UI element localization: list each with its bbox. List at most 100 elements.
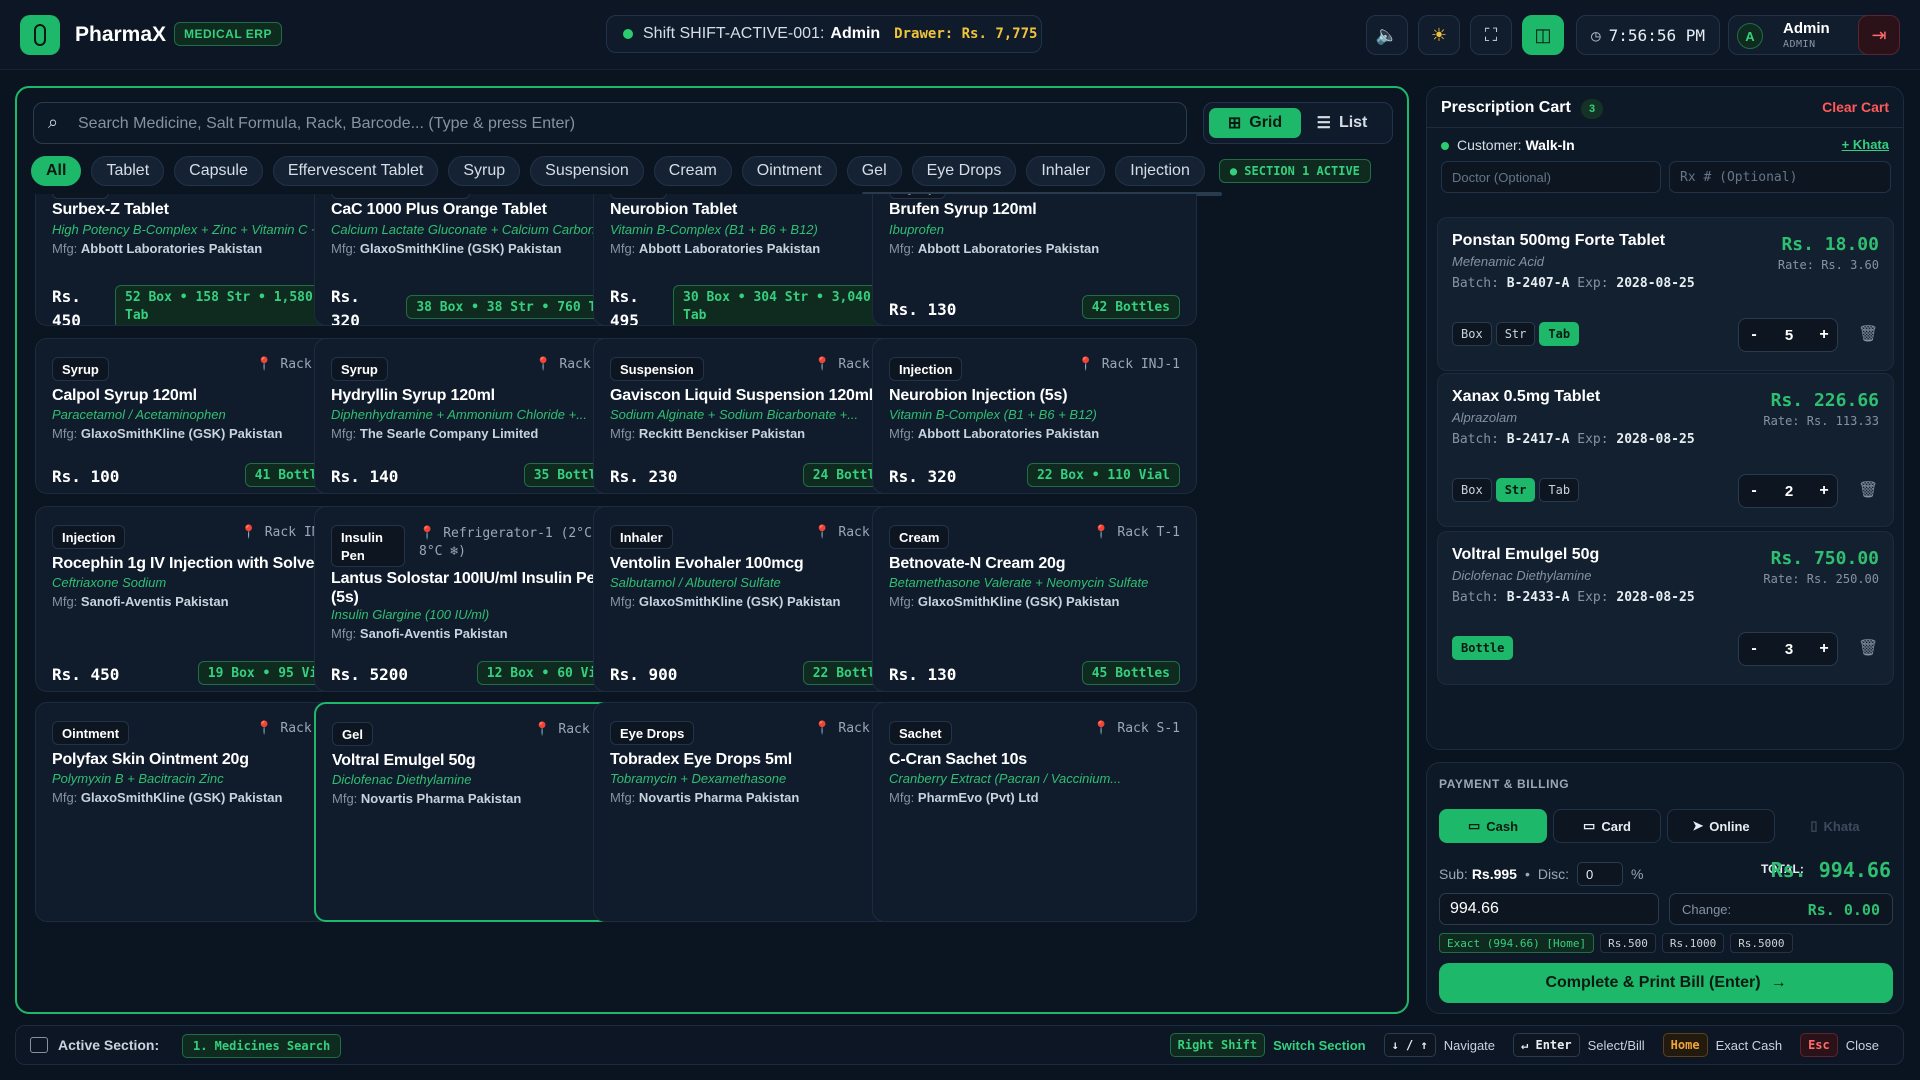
product-card[interactable]: Eye Drops 📍 Rack D-1 Tobradex Eye Drops 5ml…: [593, 702, 918, 922]
mfg-label: Mfg:: [610, 426, 636, 441]
list-view-button[interactable]: ☰ List: [1296, 108, 1388, 138]
unit-option-tab[interactable]: Tab: [1539, 478, 1580, 502]
volume-button[interactable]: 🔈: [1366, 15, 1408, 55]
quick-cash-button[interactable]: Exact (994.66) [Home]: [1439, 933, 1595, 953]
sun-icon: ☀: [1430, 24, 1448, 45]
logout-icon: ⇥: [1871, 24, 1887, 45]
product-card[interactable]: Effervescent Tablet CaC 1000 Plus Orange …: [314, 194, 639, 326]
product-card[interactable]: Ointment 📍 Rack T-1 Polyfax Skin Ointment 2…: [35, 702, 360, 922]
unit-option-str[interactable]: Str: [1495, 478, 1536, 502]
category-chip-eye-drops[interactable]: Eye Drops: [911, 156, 1017, 186]
search-input[interactable]: [78, 112, 1168, 136]
category-chip-gel[interactable]: Gel: [846, 156, 902, 186]
mfg-name: Sanofi-Aventis Pakistan: [80, 594, 229, 609]
category-chip-inhaler[interactable]: Inhaler: [1026, 156, 1106, 186]
mfg-name: GlaxoSmithKline (GSK) Pakistan: [80, 426, 283, 441]
stock-badge: 22 Box • 110 Vial: [1026, 463, 1180, 487]
shortcut-key: ↓ / ↑: [1383, 1033, 1436, 1057]
trash-icon[interactable]: 🗑: [1858, 324, 1878, 344]
pay-card-button[interactable]: ▭ Card: [1553, 809, 1661, 843]
product-type-badge: Suspension: [610, 357, 704, 381]
product-price: Rs. 495: [610, 287, 639, 326]
pay-khata-button[interactable]: ▯ Khata: [1781, 809, 1889, 843]
user-name: Admin: [1783, 20, 1830, 37]
product-card[interactable]: Cream 📍 Rack T-1 Betnovate-N Cream 20g Betam…: [872, 506, 1197, 692]
change-display: Change: Rs. 0.00: [1669, 893, 1893, 925]
logout-button[interactable]: ⇥: [1858, 15, 1900, 55]
manufacturer: Mfg: Reckitt Benckiser Pakistan: [610, 426, 805, 441]
decrease-qty-button[interactable]: -: [1739, 475, 1769, 507]
category-chip-ointment[interactable]: Ointment: [741, 156, 837, 186]
manufacturer: Mfg: Novartis Pharma Pakistan: [332, 791, 521, 806]
unit-option-tab[interactable]: Tab: [1539, 322, 1580, 346]
trash-icon[interactable]: 🗑: [1858, 638, 1878, 658]
trash-icon[interactable]: 🗑: [1858, 480, 1878, 500]
payment-billing: PAYMENT & BILLING ▭ Cash ▭ Card ➤ Online ▯ K…: [1426, 762, 1904, 1014]
unit-option-bottle[interactable]: Bottle: [1452, 636, 1514, 660]
decrease-qty-button[interactable]: -: [1739, 319, 1769, 351]
product-card[interactable]: Injection 📍 Rack INJ-2 Rocephin 1g IV Injec…: [35, 506, 360, 692]
active-section-label: Active Section:: [58, 1037, 160, 1053]
mfg-name: Novartis Pharma Pakistan: [360, 791, 522, 806]
category-chip-all[interactable]: All: [31, 156, 82, 186]
pay-cash-button[interactable]: ▭ Cash: [1439, 809, 1547, 843]
search-bar: ⌕: [33, 102, 1187, 144]
unit-option-str[interactable]: Str: [1495, 322, 1536, 346]
product-card[interactable]: Tablet Neurobion Tablet Vitamin B-Complex …: [593, 194, 918, 326]
drawer-amount: Drawer: Rs. 7,775: [894, 26, 1038, 42]
product-card[interactable]: Syrup Brufen Syrup 120ml Ibuprofen Mfg: Abb…: [872, 194, 1197, 326]
avatar: A: [1737, 23, 1763, 49]
rx-input[interactable]: [1669, 161, 1891, 193]
cart-item-rate: Rate: Rs. 250.00: [1763, 572, 1879, 586]
shortcut-desc: Switch Section: [1273, 1037, 1366, 1053]
category-chip-tablet[interactable]: Tablet: [91, 156, 165, 186]
grid-view-button[interactable]: ⊞ Grid: [1209, 108, 1301, 138]
increase-qty-button[interactable]: +: [1809, 633, 1839, 665]
list-icon: ☰: [1316, 115, 1331, 132]
qty-value: 2: [1784, 482, 1794, 500]
product-card[interactable]: Insulin Pen 📍 Refrigerator-1 (2°C - 8°C ❄)…: [314, 506, 639, 692]
unit-option-box[interactable]: Box: [1452, 322, 1492, 346]
category-chip-effervescent-tablet[interactable]: Effervescent Tablet: [272, 156, 439, 186]
cash-received-input[interactable]: [1439, 893, 1659, 925]
complete-bill-button[interactable]: Complete & Print Bill (Enter) →: [1439, 963, 1893, 1003]
product-card[interactable]: Suspension 📍 Rack S-2 Gaviscon Liquid Suspe…: [593, 338, 918, 494]
product-card[interactable]: Inhaler 📍 Rack H-1 Ventolin Evohaler 100mcg…: [593, 506, 918, 692]
mfg-label: Mfg:: [331, 626, 357, 641]
category-chip-syrup[interactable]: Syrup: [448, 156, 521, 186]
rack-location: 📍 Rack INJ-1: [1078, 357, 1180, 372]
doctor-input[interactable]: [1441, 161, 1661, 193]
quick-cash-button[interactable]: Rs.5000: [1730, 933, 1793, 953]
decrease-qty-button[interactable]: -: [1739, 633, 1769, 665]
product-card[interactable]: Sachet 📍 Rack S-1 C-Cran Sachet 10s Cranberr…: [872, 702, 1197, 922]
product-type-badge: Syrup: [331, 357, 388, 381]
discount-input[interactable]: [1577, 862, 1623, 886]
quick-cash-button[interactable]: Rs.1000: [1661, 933, 1725, 953]
product-card[interactable]: Syrup 📍 Rack S-2 Hydryllin Syrup 120ml Diphe…: [314, 338, 639, 494]
product-card[interactable]: Gel 📍 Rack T-2 Voltral Emulgel 50g Diclofena…: [314, 702, 639, 922]
layout-toggle-button[interactable]: ◫: [1522, 15, 1564, 55]
clear-cart-button[interactable]: Clear Cart: [1822, 99, 1889, 115]
product-card[interactable]: Injection 📍 Rack INJ-1 Neurobion Injection …: [872, 338, 1197, 494]
increase-qty-button[interactable]: +: [1809, 475, 1839, 507]
product-card[interactable]: Tablet Surbex-Z Tablet High Potency B-Comp…: [35, 194, 360, 326]
category-chip-injection[interactable]: Injection: [1115, 156, 1205, 186]
rack-location: 📍 Rack T-1: [1093, 525, 1180, 540]
product-card[interactable]: Syrup 📍 Rack S-1 Calpol Syrup 120ml Paraceta…: [35, 338, 360, 494]
category-chip-capsule[interactable]: Capsule: [174, 156, 263, 186]
fullscreen-button[interactable]: ⛶: [1470, 15, 1512, 55]
increase-qty-button[interactable]: +: [1809, 319, 1839, 351]
category-chip-suspension[interactable]: Suspension: [530, 156, 644, 186]
stock-badge: 42 Bottles: [1081, 295, 1180, 319]
product-name: Polyfax Skin Ointment 20g: [52, 751, 249, 768]
cart-item-salt: Mefenamic Acid: [1452, 254, 1544, 269]
product-type-badge: Cream: [889, 525, 950, 549]
pay-online-button[interactable]: ➤ Online: [1667, 809, 1775, 843]
unit-option-box[interactable]: Box: [1452, 478, 1492, 502]
theme-button[interactable]: ☀: [1418, 15, 1460, 55]
khata-link[interactable]: + Khata: [1842, 137, 1889, 152]
category-chip-cream[interactable]: Cream: [653, 156, 732, 186]
manufacturer: Mfg: Abbott Laboratories Pakistan: [889, 426, 1099, 441]
salt-formula: Paracetamol / Acetaminophen: [52, 407, 226, 422]
quick-cash-button[interactable]: Rs.500: [1600, 933, 1656, 953]
